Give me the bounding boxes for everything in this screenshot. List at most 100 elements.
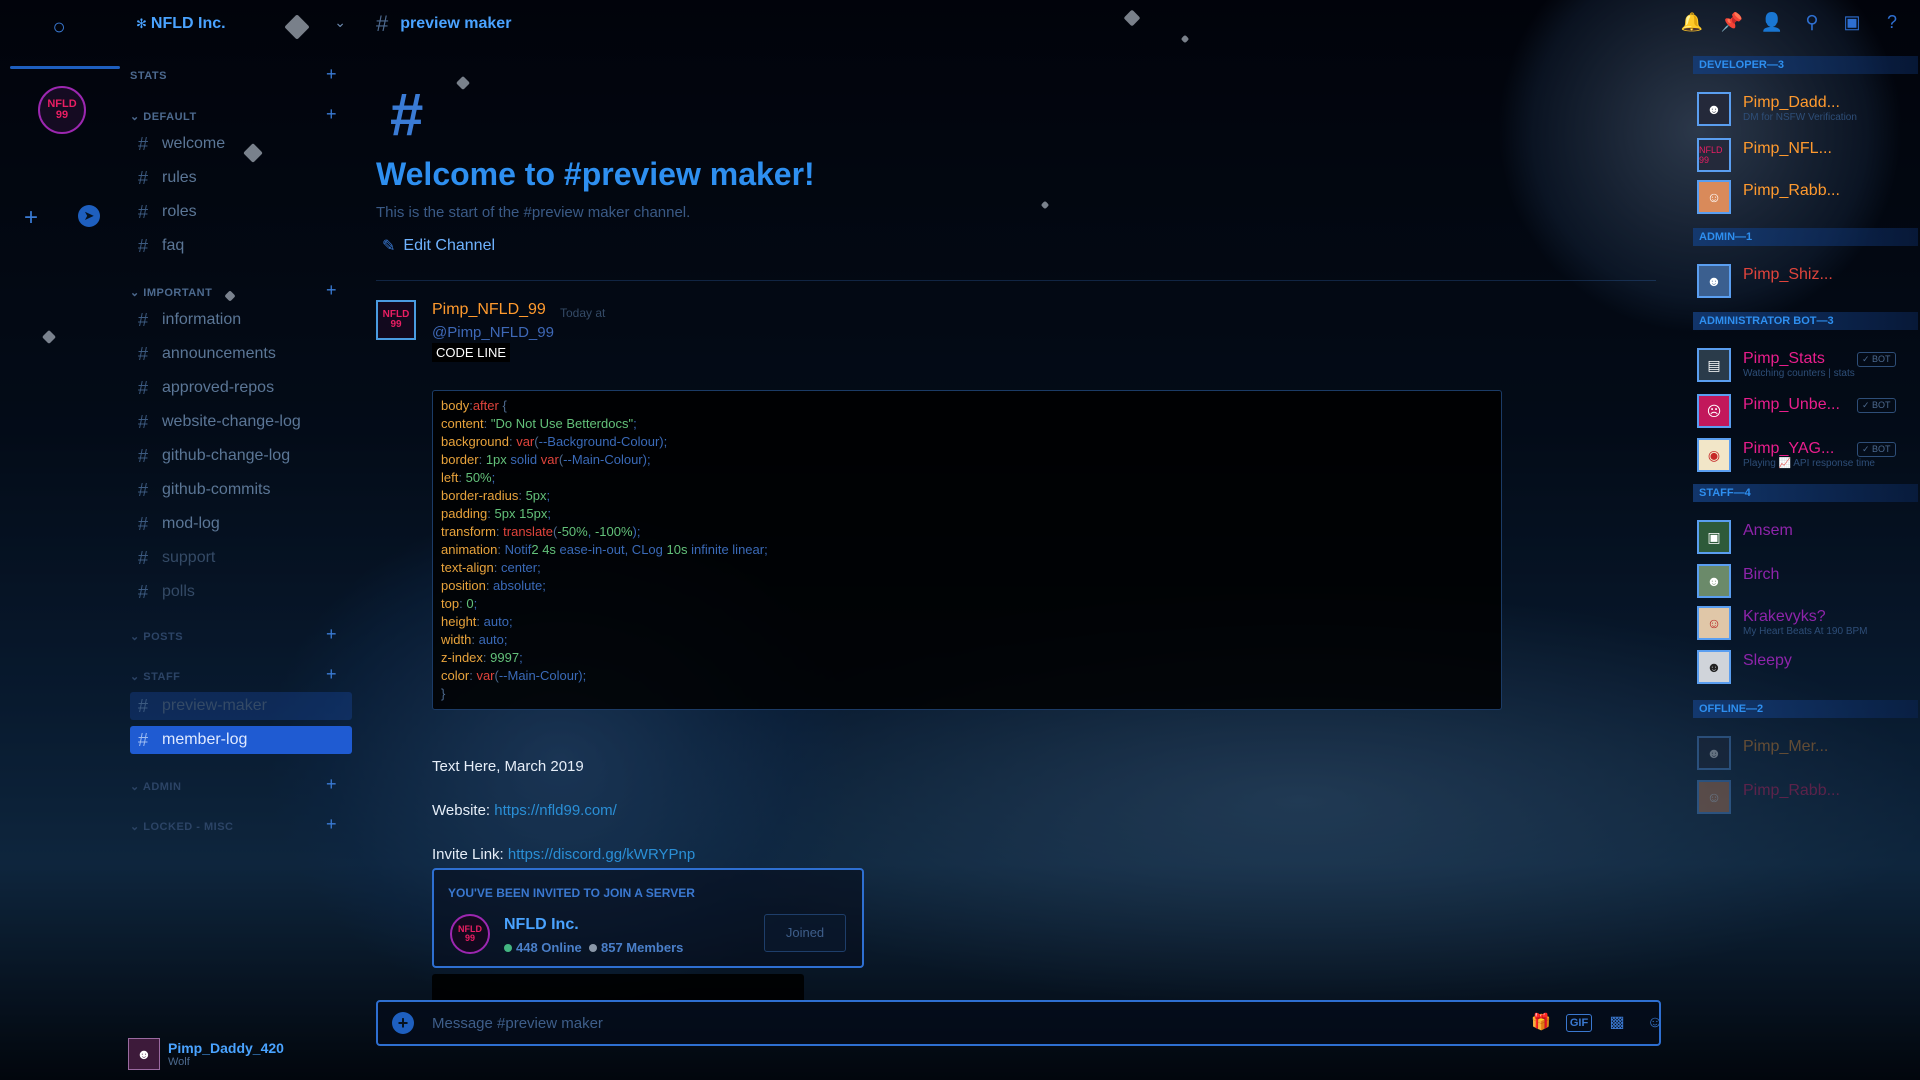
category-staff[interactable]: ⌄ STAFF [130, 670, 180, 683]
member-status: Playing 📈 API response time [1743, 458, 1875, 469]
add-channel-icon[interactable]: + [326, 814, 337, 835]
server-icon-nfld[interactable]: NFLD 99 [38, 86, 86, 134]
member-item[interactable]: ◉ Pimp_YAG... ✓ BOT Playing 📈 API respon… [1697, 436, 1917, 474]
category-posts[interactable]: ⌄ POSTS [130, 630, 183, 643]
channel-rules[interactable]: # rules [130, 164, 352, 192]
members-dot-icon [588, 944, 597, 952]
member-name: Ansem [1743, 522, 1793, 539]
chat-header: # preview maker [376, 11, 512, 36]
member-item[interactable]: ☻ Pimp_Dadd... DM for NSFW Verification [1697, 90, 1917, 128]
sticker-icon[interactable]: ▩ [1604, 1012, 1630, 1034]
add-channel-icon[interactable]: + [326, 664, 337, 685]
hash-icon: # [138, 547, 149, 568]
user-panel[interactable]: ☻ Pimp_Daddy_420 Wolf [128, 1036, 358, 1072]
channel-welcome[interactable]: # welcome [130, 130, 352, 158]
chevron-down-icon[interactable]: ⌄ [334, 14, 346, 31]
channel-label: github-change-log [162, 447, 291, 464]
channel-label: member-log [162, 731, 248, 748]
channel-polls[interactable]: # polls [130, 578, 352, 606]
message-author[interactable]: Pimp_NFLD_99 [432, 301, 546, 319]
channel-github-change-log[interactable]: # github-change-log [130, 442, 352, 470]
member-name: Pimp_Stats [1743, 350, 1825, 367]
channel-faq[interactable]: # faq [130, 232, 352, 260]
code-line: } [441, 686, 446, 701]
explore-compass-icon[interactable]: ➤ [78, 205, 100, 227]
member-item[interactable]: NFLD 99 Pimp_NFL... [1697, 136, 1917, 174]
emoji-icon[interactable]: ☺ [1642, 1012, 1668, 1034]
channel-label: welcome [162, 135, 226, 152]
guild-name: NFLD Inc. [150, 15, 226, 32]
channel-information[interactable]: # information [130, 306, 352, 334]
member-item[interactable]: ☺ Pimp_Rabb... [1697, 178, 1917, 216]
home-chat-icon[interactable]: ○ [42, 14, 76, 42]
category-default[interactable]: ⌄ DEFAULT [130, 110, 197, 123]
channel-github-commits[interactable]: # github-commits [130, 476, 352, 504]
category-label: LOCKED - MISC [143, 821, 234, 833]
channel-member-log[interactable]: # member-log [130, 726, 352, 754]
channel-announcements[interactable]: # announcements [130, 340, 352, 368]
member-item[interactable]: ☺ Krakevyks? My Heart Beats At 190 BPM [1697, 604, 1917, 642]
avatar[interactable]: ☻ [128, 1038, 160, 1070]
member-item[interactable]: ☻ Sleepy [1697, 648, 1917, 686]
channel-mod-log[interactable]: # mod-log [130, 510, 352, 538]
category-admin[interactable]: ⌄ ADMIN [130, 780, 181, 793]
add-channel-icon[interactable]: + [326, 624, 337, 645]
add-channel-icon[interactable]: + [326, 280, 337, 301]
avatar[interactable]: NFLD 99 [376, 300, 416, 340]
welcome-subtitle: This is the start of the #preview maker … [376, 204, 691, 221]
member-group-staff: STAFF—4 [1693, 484, 1918, 502]
channel-label: website-change-log [162, 413, 301, 430]
message-input[interactable] [432, 1010, 1332, 1036]
member-item[interactable]: ☻ Birch [1697, 562, 1917, 600]
hash-icon: # [138, 513, 149, 534]
category-stats[interactable]: STATS [130, 70, 167, 82]
channel-preview-maker[interactable]: # preview-maker [130, 692, 352, 720]
guild-badge-icon: ✻ [136, 16, 147, 31]
message-mention[interactable]: @Pimp_NFLD_99 [432, 324, 554, 341]
channel-title: preview maker [400, 15, 512, 32]
category-important[interactable]: ⌄ IMPORTANT [130, 286, 212, 299]
gif-button[interactable]: GIF [1566, 1014, 1592, 1032]
avatar: ☻ [1697, 92, 1731, 126]
invite-heading: YOU'VE BEEN INVITED TO JOIN A SERVER [448, 886, 695, 900]
avatar: ☻ [1697, 264, 1731, 298]
hash-icon: # [138, 695, 149, 716]
member-item[interactable]: ▤ Pimp_Stats ✓ BOT Watching counters | s… [1697, 346, 1917, 384]
invite-link[interactable]: https://discord.gg/kWRYPnp [508, 846, 695, 863]
add-channel-icon[interactable]: + [326, 774, 337, 795]
online-count: 448 Online [516, 940, 582, 955]
server-rail: ○ NFLD 99 + ➤ [0, 0, 122, 1080]
member-item[interactable]: ▣ Ansem [1697, 518, 1917, 556]
channel-hash-icon: # [390, 81, 424, 148]
hash-icon: # [138, 411, 149, 432]
member-item[interactable]: ☻ Pimp_Shiz... [1697, 262, 1917, 300]
member-item[interactable]: ☹ Pimp_Unbe... ✓ BOT [1697, 392, 1917, 430]
gift-icon[interactable]: 🎁 [1528, 1012, 1554, 1034]
channel-support[interactable]: # support [130, 544, 352, 572]
website-link[interactable]: https://nfld99.com/ [494, 802, 617, 819]
message-timestamp: Today at [560, 306, 606, 320]
attach-plus-icon[interactable]: + [392, 1012, 414, 1034]
add-channel-icon[interactable]: + [326, 64, 337, 85]
category-label: DEFAULT [143, 111, 197, 123]
add-channel-icon[interactable]: + [326, 104, 337, 125]
channel-label: faq [162, 237, 185, 254]
channel-approved-repos[interactable]: # approved-repos [130, 374, 352, 402]
member-item[interactable]: ☺ Pimp_Rabb... [1697, 778, 1917, 816]
guild-header[interactable]: ✻ NFLD Inc. ⌄ [136, 12, 346, 36]
member-item[interactable]: ☻ Pimp_Mer... [1697, 734, 1917, 772]
avatar: ☺ [1697, 180, 1731, 214]
channel-website-change-log[interactable]: # website-change-log [130, 408, 352, 436]
channel-roles[interactable]: # roles [130, 198, 352, 226]
hash-icon: # [138, 201, 149, 222]
category-locked-misc[interactable]: ⌄ LOCKED - MISC [130, 820, 234, 833]
member-name: Sleepy [1743, 652, 1792, 669]
member-group-admin-bot: ADMINISTRATOR BOT—3 [1693, 312, 1918, 330]
member-count: 857 Members [600, 940, 684, 955]
add-server-icon[interactable]: + [24, 204, 38, 232]
join-button[interactable]: Joined [764, 914, 846, 952]
member-name: Pimp_NFL... [1743, 140, 1832, 157]
edit-channel-link[interactable]: ✎ Edit Channel [382, 236, 495, 256]
channel-label: polls [162, 583, 195, 600]
hash-icon: # [138, 479, 149, 500]
